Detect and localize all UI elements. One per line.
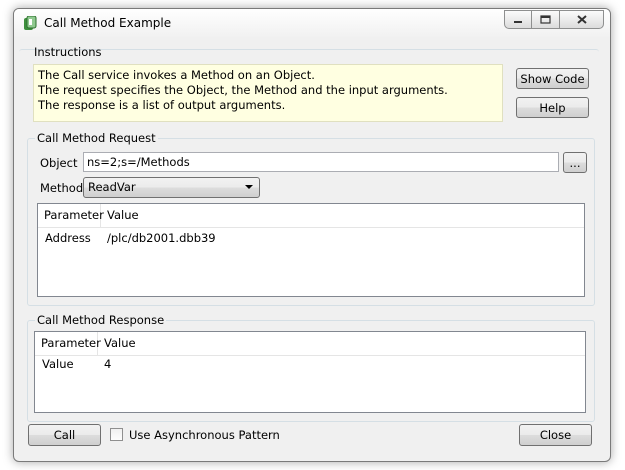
window-controls (504, 10, 604, 29)
row-parameter-cell: Address (45, 231, 91, 245)
close-button[interactable]: Close (519, 424, 592, 446)
call-button[interactable]: Call (28, 424, 101, 446)
method-label: Method (40, 181, 84, 195)
window-title: Call Method Example (44, 16, 172, 30)
row-value-cell: 4 (104, 357, 112, 371)
maximize-icon (540, 15, 551, 24)
row-value-cell[interactable]: /plc/db2001.dbb39 (107, 231, 216, 245)
column-header-parameter[interactable]: Parameter (35, 332, 101, 355)
minimize-icon (514, 20, 522, 23)
minimize-button[interactable] (504, 10, 532, 29)
app-icon (24, 16, 37, 30)
async-pattern-checkbox[interactable] (110, 428, 123, 441)
instructions-text: The Call service invokes a Method on an … (33, 64, 503, 122)
method-select[interactable]: ReadVar (83, 177, 260, 198)
response-group-label: Call Method Response (35, 313, 167, 327)
response-grid-header: Parameter Value (35, 332, 585, 356)
close-icon (576, 15, 587, 24)
instructions-line: The response is a list of output argumen… (38, 98, 286, 112)
row-parameter-cell: Value (42, 357, 74, 371)
instructions-line: The Call service invokes a Method on an … (38, 68, 315, 82)
request-arguments-grid[interactable]: Parameter Value Address /plc/db2001.dbb3… (37, 203, 585, 297)
request-group-label: Call Method Request (35, 131, 158, 145)
title-bar[interactable]: Call Method Example (14, 9, 610, 37)
object-label: Object (40, 156, 78, 170)
close-window-button[interactable] (560, 10, 604, 29)
column-header-parameter[interactable]: Parameter (38, 204, 104, 227)
instructions-group-label: Instructions (34, 45, 102, 59)
instructions-line: The request specifies the Object, the Me… (38, 83, 448, 97)
response-arguments-grid[interactable]: Parameter Value Value 4 (34, 331, 586, 413)
request-grid-header: Parameter Value (38, 204, 584, 228)
help-button[interactable]: Help (516, 97, 589, 118)
chevron-down-icon (245, 185, 253, 189)
maximize-button[interactable] (532, 10, 560, 29)
object-input[interactable]: ns=2;s=/Methods (83, 152, 559, 172)
method-select-value: ReadVar (88, 180, 136, 194)
column-header-value[interactable]: Value (98, 332, 298, 355)
column-header-value[interactable]: Value (101, 204, 301, 227)
async-pattern-label[interactable]: Use Asynchronous Pattern (129, 428, 280, 442)
browse-object-button[interactable]: ... (563, 152, 587, 173)
show-code-button[interactable]: Show Code (516, 68, 589, 89)
